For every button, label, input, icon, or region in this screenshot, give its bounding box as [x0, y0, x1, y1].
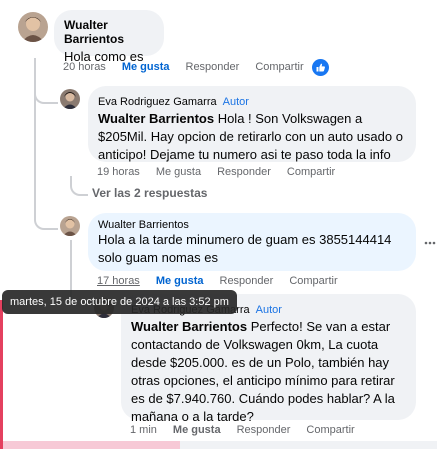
like-button[interactable]: Me gusta — [122, 61, 170, 73]
author-badge: Autor — [255, 304, 282, 316]
thread-connector-replies — [70, 176, 88, 196]
like-button[interactable]: Me gusta — [156, 166, 201, 178]
comment-author[interactable]: Wualter Barrientos — [98, 219, 406, 231]
reply-button[interactable]: Responder — [220, 275, 274, 287]
comment-time[interactable]: 1 min — [130, 424, 157, 436]
comment-bubble: Wualter Barrientos Hola a la tarde minum… — [88, 213, 416, 271]
share-button[interactable]: Compartir — [287, 166, 335, 178]
view-replies-link[interactable]: Ver las 2 respuestas — [92, 186, 207, 200]
comment-author[interactable]: Wualter Barrientos — [64, 18, 154, 46]
author-badge: Autor — [222, 96, 249, 108]
like-reaction-icon[interactable] — [312, 59, 329, 76]
avatar[interactable] — [18, 12, 48, 42]
composer-accent — [0, 441, 180, 449]
comment-time[interactable]: 20 horas — [63, 61, 106, 73]
reply-button[interactable]: Responder — [237, 424, 291, 436]
comment-actions: 1 min Me gusta Responder Compartir — [130, 424, 371, 436]
comment-time[interactable]: 19 horas — [97, 166, 140, 178]
thread-connector-2 — [34, 208, 58, 230]
comment-author[interactable]: Eva Rodriguez Gamarra — [98, 96, 217, 108]
like-button[interactable]: Me gusta — [173, 424, 221, 436]
thread-connector-1 — [34, 80, 58, 104]
comment-text: Wualter Barrientos Perfecto! Se van a es… — [131, 318, 406, 426]
comment-text: Hola a la tarde minumero de guam es 3855… — [98, 232, 392, 265]
avatar[interactable] — [60, 89, 80, 109]
share-button[interactable]: Compartir — [289, 275, 337, 287]
comment-actions: 17 horas Me gusta Responder Compartir — [97, 275, 354, 287]
avatar[interactable] — [60, 216, 80, 236]
comment-actions: 20 horas Me gusta Responder Compartir — [63, 61, 320, 73]
share-button[interactable]: Compartir — [255, 61, 303, 73]
comment-bubble: Eva Rodriguez Gamarra Autor Wualter Barri… — [88, 86, 416, 162]
comment-actions: 19 horas Me gusta Responder Compartir — [97, 166, 351, 178]
share-button[interactable]: Compartir — [306, 424, 354, 436]
reply-button[interactable]: Responder — [217, 166, 271, 178]
like-button[interactable]: Me gusta — [156, 275, 204, 287]
timestamp-tooltip: martes, 15 de octubre de 2024 a las 3:52… — [2, 290, 237, 314]
active-comment-marker — [0, 300, 3, 449]
ellipsis-icon[interactable] — [424, 235, 436, 245]
comment-bubble: Wualter Barrientos Hola como es — [54, 10, 164, 64]
comment-time[interactable]: 17 horas — [97, 275, 140, 287]
mention-link[interactable]: Wualter Barrientos — [98, 111, 214, 126]
reply-button[interactable]: Responder — [186, 61, 240, 73]
comment-body: Perfecto! Se van a estar contactando de … — [131, 319, 395, 424]
comment-text: Wualter Barrientos Hola ! Son Volkswagen… — [98, 110, 406, 164]
mention-link[interactable]: Wualter Barrientos — [131, 319, 247, 334]
